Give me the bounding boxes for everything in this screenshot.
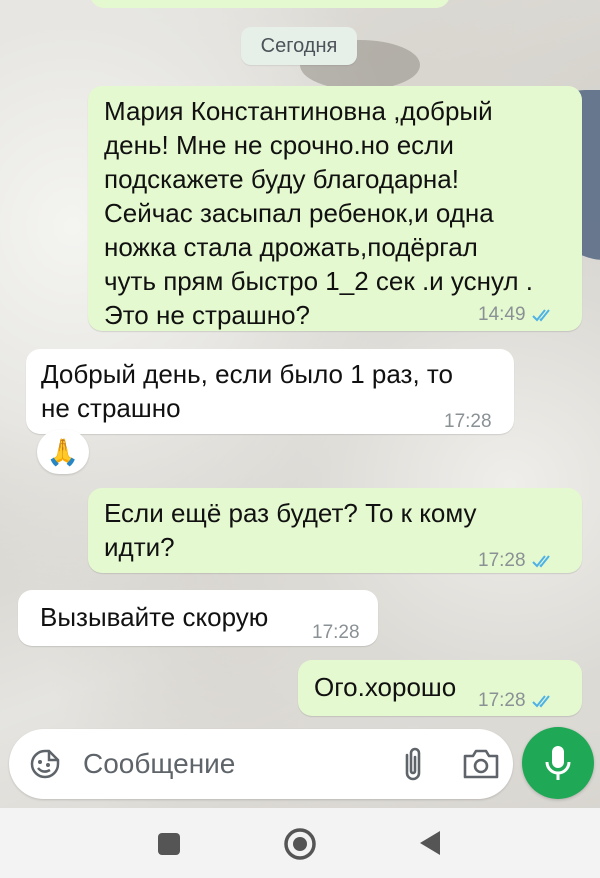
recent-apps-button[interactable] bbox=[158, 833, 180, 855]
message-time: 17:28 bbox=[478, 690, 526, 711]
message-text: Ого.хорошо bbox=[314, 672, 457, 702]
home-button[interactable] bbox=[283, 827, 317, 861]
message-text: Мария Константиновна ,добрый день! Мне н… bbox=[104, 96, 534, 330]
message-meta: 17:28 bbox=[312, 616, 360, 650]
outgoing-message[interactable]: Если ещё раз будет? То к кому идти? 17:2… bbox=[88, 488, 582, 573]
message-input[interactable]: Сообщение bbox=[83, 748, 235, 780]
message-meta: 14:49 bbox=[478, 298, 556, 332]
microphone-button[interactable] bbox=[522, 727, 594, 799]
incoming-message[interactable]: Вызывайте скорую 17:28 bbox=[18, 590, 378, 646]
outgoing-message[interactable]: Ого.хорошо 17:28 bbox=[298, 660, 582, 716]
message-time: 17:28 bbox=[312, 622, 360, 643]
double-check-icon bbox=[531, 695, 550, 708]
message-time: 17:28 bbox=[478, 550, 526, 571]
folded-hands-emoji: 🙏 bbox=[46, 436, 80, 467]
message-composer: Сообщение bbox=[9, 729, 513, 799]
double-check-icon bbox=[531, 555, 550, 568]
date-divider: Сегодня bbox=[241, 27, 357, 65]
message-meta: 17:28 bbox=[478, 684, 556, 718]
message-reaction[interactable]: 🙏 bbox=[37, 430, 89, 474]
emoji-icon[interactable] bbox=[29, 748, 61, 780]
paperclip-icon[interactable] bbox=[395, 745, 431, 783]
message-text: Добрый день, если было 1 раз, то не стра… bbox=[41, 359, 453, 423]
back-button[interactable] bbox=[418, 829, 442, 857]
incoming-message[interactable]: Добрый день, если было 1 раз, то не стра… bbox=[26, 349, 514, 434]
microphone-icon bbox=[545, 746, 571, 780]
message-meta: 17:28 bbox=[444, 405, 492, 439]
previous-message-bubble bbox=[90, 0, 450, 8]
camera-icon[interactable] bbox=[461, 747, 501, 781]
message-time: 17:28 bbox=[444, 411, 492, 432]
message-time: 14:49 bbox=[478, 304, 526, 325]
double-check-icon bbox=[531, 309, 550, 322]
message-text: Вызывайте скорую bbox=[40, 602, 269, 632]
outgoing-message[interactable]: Мария Константиновна ,добрый день! Мне н… bbox=[88, 86, 582, 331]
system-navigation-bar bbox=[0, 808, 600, 878]
message-meta: 17:28 bbox=[478, 544, 556, 578]
